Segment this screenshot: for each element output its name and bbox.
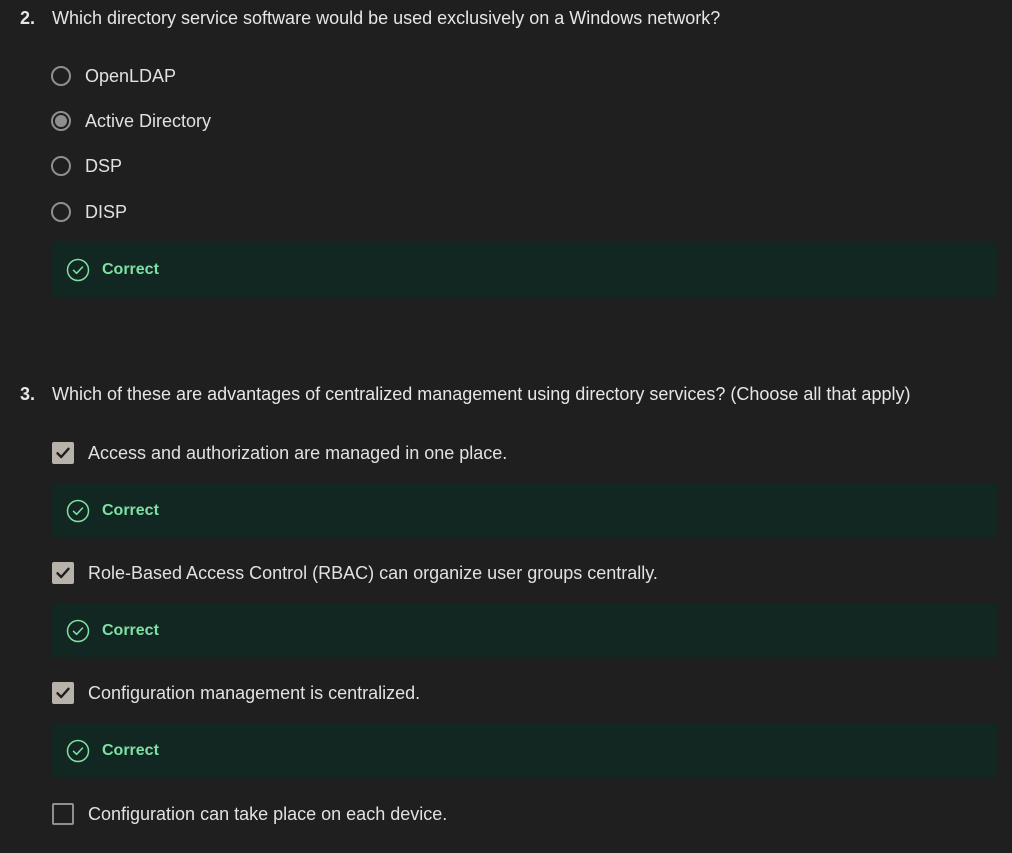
- check-circle-icon: [66, 499, 90, 522]
- radio-button[interactable]: [51, 66, 71, 86]
- checkbox-option-configuration-centralized[interactable]: Configuration management is centralized.: [51, 678, 420, 708]
- option-label: OpenLDAP: [85, 65, 177, 86]
- checkbox-option-access-authorization[interactable]: Access and authorization are managed in …: [51, 438, 507, 468]
- feedback-banner: Correct: [52, 242, 997, 297]
- radio-dot: [55, 115, 67, 127]
- radio-button[interactable]: [51, 156, 71, 176]
- option-label: DISP: [85, 201, 128, 222]
- checkbox-unchecked[interactable]: [52, 803, 74, 825]
- radio-option-active-directory[interactable]: Active Directory: [51, 106, 211, 136]
- question-number: 2.: [20, 8, 36, 28]
- checkbox-checked[interactable]: [52, 562, 74, 584]
- feedback-text: Correct: [102, 260, 159, 278]
- radio-option-disp[interactable]: DISP: [51, 197, 127, 227]
- checkbox-checked[interactable]: [52, 442, 74, 464]
- radio-button-selected[interactable]: [51, 111, 71, 131]
- feedback-text: Correct: [102, 501, 159, 519]
- check-circle-icon: [66, 739, 90, 762]
- check-circle-icon: [66, 619, 90, 642]
- checkbox-option-configuration-each-device[interactable]: Configuration can take place on each dev…: [51, 799, 447, 829]
- question-text: Which directory service software would b…: [52, 8, 721, 28]
- radio-option-dsp[interactable]: DSP: [51, 151, 122, 181]
- checkmark-icon: [56, 687, 70, 699]
- checkbox-checked[interactable]: [52, 682, 74, 704]
- radio-button[interactable]: [51, 202, 71, 222]
- feedback-banner: Correct: [52, 483, 997, 538]
- check-circle-icon: [66, 258, 90, 281]
- question-header: 2. Which directory service software would…: [20, 6, 720, 30]
- option-label: Active Directory: [85, 110, 212, 131]
- option-label: Configuration can take place on each dev…: [88, 803, 448, 824]
- feedback-banner: Correct: [52, 603, 997, 658]
- question-text: Which of these are advantages of central…: [52, 384, 911, 404]
- feedback-text: Correct: [102, 621, 159, 639]
- radio-option-openldap[interactable]: OpenLDAP: [51, 61, 176, 91]
- checkbox-option-rbac[interactable]: Role-Based Access Control (RBAC) can org…: [51, 558, 658, 588]
- option-label: Configuration management is centralized.: [88, 682, 421, 703]
- feedback-text: Correct: [102, 741, 159, 759]
- option-label: Role-Based Access Control (RBAC) can org…: [88, 562, 658, 583]
- question-number: 3.: [20, 384, 36, 404]
- checkmark-icon: [56, 567, 70, 579]
- option-label: DSP: [85, 155, 123, 176]
- feedback-banner: Correct: [52, 723, 997, 778]
- question-header: 3. Which of these are advantages of centr…: [20, 382, 910, 406]
- checkmark-icon: [56, 447, 70, 459]
- quiz-page: 2. Which directory service software would…: [0, 0, 1012, 853]
- option-label: Access and authorization are managed in …: [88, 442, 508, 463]
